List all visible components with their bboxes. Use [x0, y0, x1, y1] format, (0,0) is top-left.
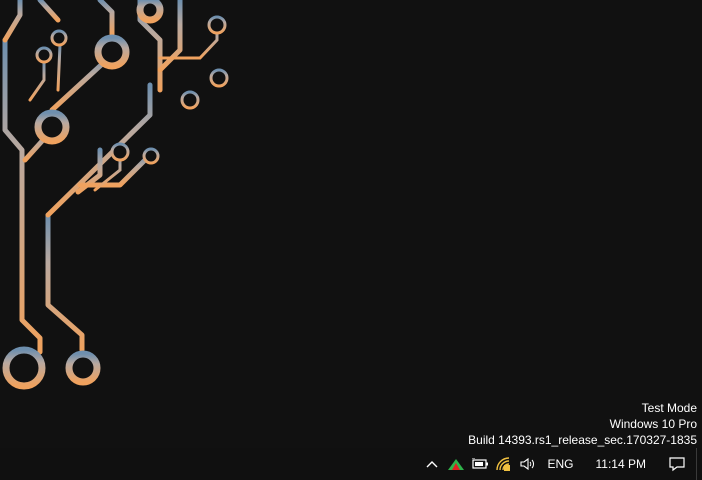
system-tray: ENG 11:14 PM — [420, 448, 702, 480]
circuit-tree-wallpaper — [2, 0, 229, 390]
taskbar: ENG 11:14 PM — [0, 448, 702, 480]
action-center-icon[interactable] — [658, 448, 696, 480]
app-tray-icon[interactable] — [444, 448, 468, 480]
watermark-edition: Windows 10 Pro — [609, 417, 697, 431]
chevron-up-icon[interactable] — [420, 448, 444, 480]
wifi-icon[interactable] — [492, 448, 516, 480]
input-language[interactable]: ENG — [540, 448, 584, 480]
test-mode-watermark: Test Mode Windows 10 Pro Build 14393.rs1… — [468, 400, 697, 448]
battery-icon[interactable] — [468, 448, 492, 480]
desktop[interactable]: Test Mode Windows 10 Pro Build 14393.rs1… — [0, 0, 702, 448]
speaker-icon[interactable] — [516, 448, 540, 480]
watermark-build: Build 14393.rs1_release_sec.170327-1835 — [468, 433, 697, 447]
watermark-test-mode: Test Mode — [641, 401, 697, 415]
clock[interactable]: 11:14 PM — [584, 448, 658, 480]
show-desktop-button[interactable] — [696, 448, 702, 480]
